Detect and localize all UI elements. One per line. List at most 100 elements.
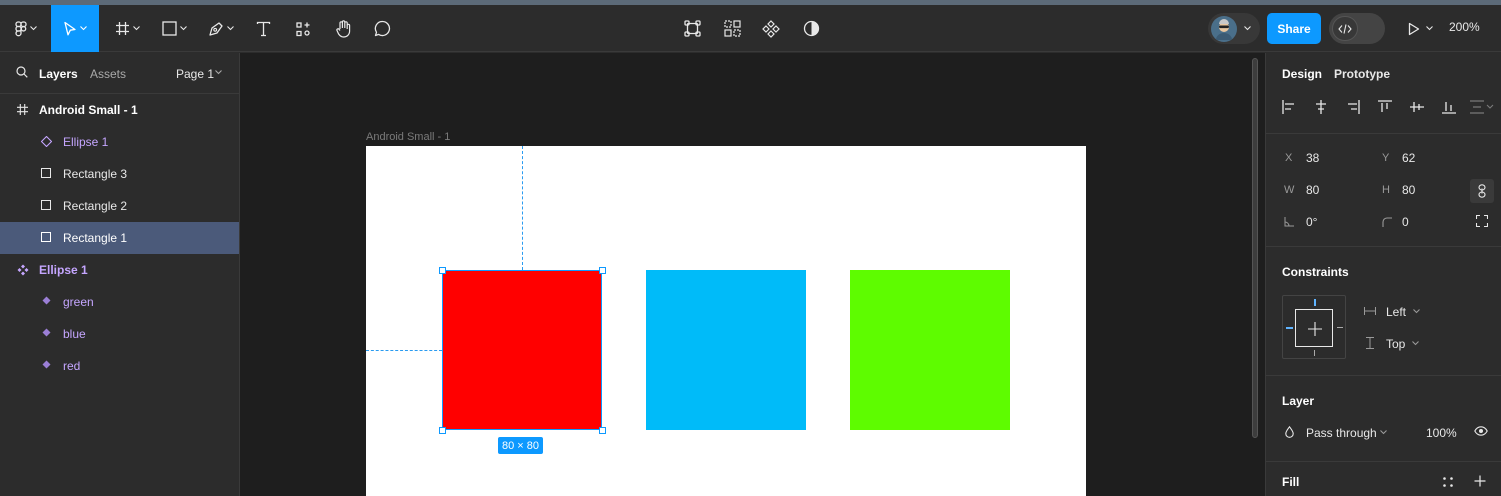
constraint-right-indicator[interactable] (1337, 327, 1343, 328)
constraint-bottom-indicator[interactable] (1314, 350, 1315, 356)
layer-label: red (63, 359, 81, 373)
resize-handle-bottom-left[interactable] (439, 427, 446, 434)
align-top-icon[interactable] (1378, 100, 1392, 114)
layer-item-variant-blue[interactable]: blue (0, 318, 239, 350)
share-button[interactable]: Share (1267, 13, 1321, 44)
frame-icon (115, 22, 129, 35)
w-label: W (1284, 184, 1295, 196)
constraint-top-indicator[interactable] (1314, 299, 1316, 306)
resize-handle-bottom-right[interactable] (599, 427, 606, 434)
layer-item-rectangle-2[interactable]: Rectangle 2 (0, 190, 239, 222)
align-right-icon[interactable] (1346, 100, 1360, 114)
align-horizontal-center-icon[interactable] (1314, 100, 1328, 114)
canvas-vertical-scrollbar[interactable] (1252, 58, 1258, 438)
horizontal-constraint-select[interactable]: Left (1386, 305, 1406, 319)
y-input[interactable]: 62 (1402, 151, 1415, 165)
pen-tool-button[interactable] (203, 5, 239, 52)
frame-tool-button[interactable] (109, 5, 145, 52)
constraints-widget[interactable] (1282, 295, 1346, 359)
layers-panel: Layers Assets Page 1 Android Small - 1 E… (0, 53, 240, 496)
layer-label: Rectangle 2 (63, 199, 128, 213)
styles-grid-icon[interactable] (1442, 476, 1454, 488)
avatar (1211, 15, 1237, 42)
layer-label: green (63, 295, 94, 309)
layer-item-variant-green[interactable]: green (0, 286, 239, 318)
align-left-icon[interactable] (1282, 100, 1296, 114)
align-vertical-center-icon[interactable] (1410, 100, 1424, 114)
add-fill-icon[interactable] (1474, 475, 1486, 487)
eye-icon[interactable] (1474, 426, 1488, 436)
grid-icon (723, 20, 741, 37)
comment-icon (374, 20, 390, 37)
component-button[interactable] (757, 5, 785, 52)
height-input[interactable]: 80 (1402, 183, 1415, 197)
canvas[interactable]: Android Small - 1 80 × 80 (240, 53, 1265, 496)
divider (1266, 375, 1501, 376)
layer-item-ellipse-component-set[interactable]: Ellipse 1 (0, 254, 239, 286)
cursor-icon (64, 21, 76, 35)
main-menu-button[interactable] (8, 5, 44, 52)
contrast-button[interactable] (797, 5, 825, 52)
chevron-down-icon (1244, 26, 1251, 31)
user-avatar-icon (1216, 18, 1232, 40)
contrast-icon (803, 20, 819, 37)
tab-design[interactable]: Design (1282, 67, 1322, 81)
layer-item-ellipse-instance[interactable]: Ellipse 1 (0, 126, 239, 158)
text-tool-button[interactable] (248, 5, 278, 52)
code-icon (1338, 23, 1352, 34)
blend-mode-select[interactable]: Pass through (1306, 426, 1377, 440)
constraint-inner-box (1295, 309, 1333, 347)
constrain-proportions-button[interactable] (1470, 179, 1494, 203)
tab-prototype[interactable]: Prototype (1334, 67, 1390, 81)
component-instance-icon (41, 136, 52, 147)
rectangle-icon (41, 200, 51, 210)
rotation-input[interactable]: 0° (1306, 215, 1317, 229)
constraint-left-indicator[interactable] (1286, 327, 1293, 329)
tab-assets[interactable]: Assets (90, 67, 126, 81)
corner-radius-input[interactable]: 0 (1402, 215, 1409, 229)
resize-handle-top-left[interactable] (439, 267, 446, 274)
link-icon (1478, 184, 1486, 198)
crop-tool-button[interactable] (678, 5, 706, 52)
frame-title[interactable]: Android Small - 1 (366, 131, 450, 143)
search-icon[interactable] (16, 66, 28, 78)
layer-item-frame[interactable]: Android Small - 1 (0, 94, 239, 126)
page-selector[interactable]: Page 1 (176, 67, 214, 81)
resize-handle-top-right[interactable] (599, 267, 606, 274)
zoom-dropdown[interactable]: 200% (1449, 20, 1480, 34)
component-set-icon (17, 264, 29, 276)
dev-mode-toggle[interactable] (1329, 13, 1385, 44)
hand-icon (335, 19, 350, 38)
layer-label: Ellipse 1 (39, 263, 88, 277)
actions-tool-button[interactable] (288, 5, 318, 52)
rectangle-icon (161, 21, 177, 36)
vertical-constraint-select[interactable]: Top (1386, 337, 1405, 351)
shape-tool-button[interactable] (155, 5, 193, 52)
frame-android-small-1[interactable]: 80 × 80 (366, 146, 1086, 496)
independent-corners-icon[interactable] (1476, 215, 1488, 227)
distribute-spacing-icon[interactable] (1470, 100, 1494, 114)
chevron-down-icon (1425, 26, 1433, 31)
hand-tool-button[interactable] (328, 5, 358, 52)
component-icon (762, 19, 780, 38)
component-variant-icon (42, 360, 51, 369)
layer-item-variant-red[interactable]: red (0, 350, 239, 382)
rectangle-3[interactable] (850, 270, 1010, 430)
comment-tool-button[interactable] (367, 5, 397, 52)
rectangle-2[interactable] (646, 270, 806, 430)
align-bottom-icon[interactable] (1442, 100, 1456, 114)
layer-item-rectangle-1[interactable]: Rectangle 1 (0, 222, 239, 254)
layout-grid-button[interactable] (718, 5, 746, 52)
layer-item-rectangle-3[interactable]: Rectangle 3 (0, 158, 239, 190)
x-label: X (1285, 152, 1293, 164)
x-input[interactable]: 38 (1306, 151, 1319, 165)
width-input[interactable]: 80 (1306, 183, 1319, 197)
user-menu-button[interactable] (1208, 13, 1260, 44)
figma-editor: Share 200% Layers Assets Page 1 Android … (0, 0, 1501, 496)
opacity-input[interactable]: 100% (1426, 426, 1457, 440)
measure-guide-vertical (522, 146, 523, 270)
move-tool-button[interactable] (51, 5, 99, 52)
present-button[interactable] (1400, 5, 1440, 52)
tab-layers[interactable]: Layers (39, 67, 78, 81)
actions-icon (296, 21, 310, 36)
